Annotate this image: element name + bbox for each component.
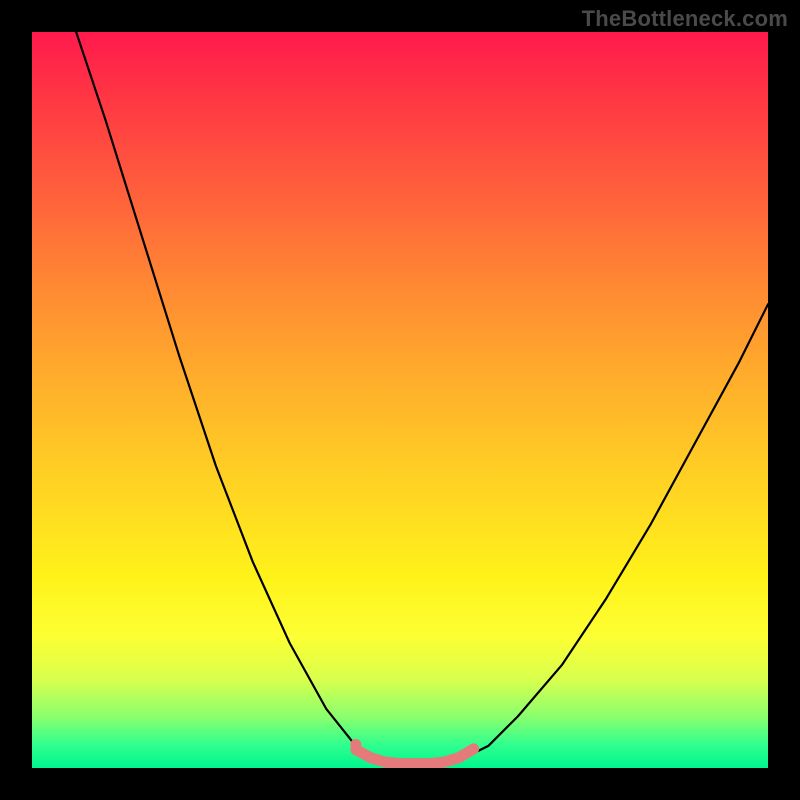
series-left-arm: [76, 32, 385, 761]
watermark-text: TheBottleneck.com: [582, 6, 788, 32]
chart-svg: [32, 32, 768, 768]
series-bottom-arc: [356, 749, 474, 764]
plot-area: [32, 32, 768, 768]
chart-frame: TheBottleneck.com: [0, 0, 800, 800]
series-right-arm: [459, 304, 768, 760]
series-bottom-dot-point: [350, 739, 361, 750]
